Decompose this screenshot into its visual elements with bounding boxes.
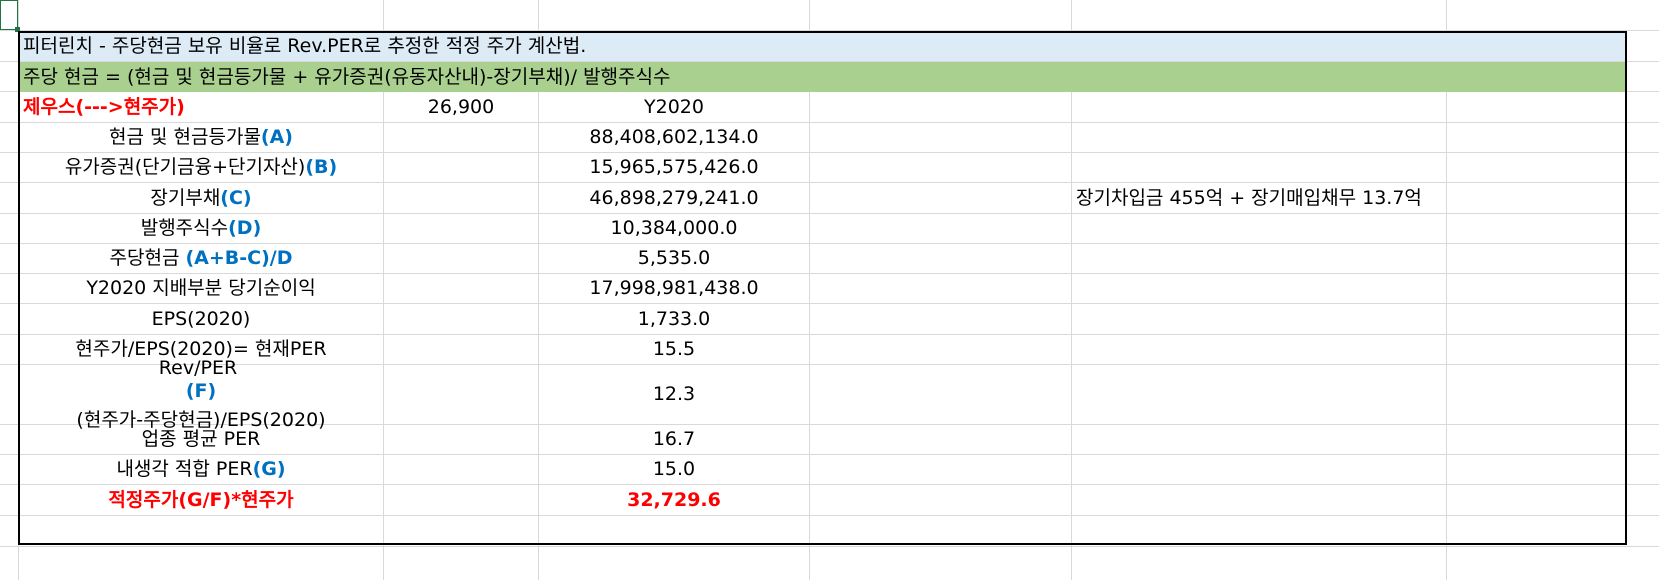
company-label: 제우스(--->현주가) [23,95,185,118]
fair-price-label-cell[interactable]: 적정주가(G/F)*현주가 [19,485,383,515]
row-value: 46,898,279,241.0 [589,186,759,209]
my-per-tag: (G) [252,458,286,481]
row-value-cell[interactable]: 1,733.0 [539,304,809,334]
row-label-cell[interactable]: Y2020 지배부분 당기순이익 [19,274,383,303]
row-label-cell[interactable]: 주당현금 (A+B-C)/D [19,244,383,273]
row-value: 17,998,981,438.0 [589,277,759,300]
company-label-cell[interactable]: 제우스(--->현주가) [19,92,383,122]
active-cell[interactable] [0,0,18,30]
row-tag: (A) [260,126,293,149]
my-per-value-cell[interactable]: 15.0 [539,455,809,484]
row-tag: (A+B-C)/D [185,247,293,270]
formula-cell[interactable]: 주당 현금 = (현금 및 현금등가물 + 유가증권(유동자산내)-장기부채)/… [19,62,1419,92]
debt-note: 장기차입금 455억 + 장기매입채무 13.7억 [1076,186,1422,209]
rev-per-line1: Rev/PER (F) [158,357,244,403]
my-per-label-cell[interactable]: 내생각 적합 PER (G) [19,455,383,484]
row-value: 88,408,602,134.0 [589,126,759,149]
row-value-cell[interactable]: 88,408,602,134.0 [539,123,809,152]
row-label-cell[interactable]: 현금 및 현금등가물 (A) [19,123,383,152]
rev-per-value-cell[interactable]: 12.3 [539,365,809,424]
row-label: 주당현금 [109,247,186,270]
current-price-cell[interactable]: 26,900 [384,92,538,122]
title-cell[interactable]: 피터린치 - 주당현금 보유 비율로 Rev.PER로 추정한 적정 주가 계산… [19,31,1419,61]
gridline [0,515,1659,516]
industry-per-label: 업종 평균 PER [141,428,261,451]
row-value-cell[interactable]: 15,965,575,426.0 [539,153,809,182]
fair-price-label: 적정주가(G/F)*현주가 [108,488,294,511]
row-value: 10,384,000.0 [610,217,738,240]
row-label-cell[interactable]: 장기부채 (C) [19,183,383,213]
rev-per-tag: (F) [185,380,217,403]
row-value: 15.5 [652,338,696,361]
title-text: 피터린치 - 주당현금 보유 비율로 Rev.PER로 추정한 적정 주가 계산… [23,34,587,57]
year-cell[interactable]: Y2020 [539,92,809,122]
row-value: 1,733.0 [637,307,711,330]
row-value-cell[interactable]: 5,535.0 [539,244,809,273]
row-value-cell[interactable]: 46,898,279,241.0 [539,183,809,213]
fair-price-value: 32,729.6 [627,488,721,511]
row-value-cell[interactable]: 15.5 [539,335,809,364]
row-label: 발행주식수 [140,217,229,240]
row-label: EPS(2020) [151,307,251,330]
rev-per-value: 12.3 [652,383,696,406]
industry-per-label-cell[interactable]: 업종 평균 PER [19,425,383,454]
row-value-cell[interactable]: 10,384,000.0 [539,214,809,243]
year-label: Y2020 [644,95,704,118]
my-per-value: 15.0 [652,458,696,481]
row-label-cell[interactable]: EPS(2020) [19,304,383,334]
formula-text: 주당 현금 = (현금 및 현금등가물 + 유가증권(유동자산내)-장기부채)/… [23,65,671,88]
row-tag: (C) [220,186,252,209]
row-value: 5,535.0 [637,247,711,270]
row-label: Y2020 지배부분 당기순이익 [86,277,316,300]
row-label: 현금 및 현금등가물 [109,126,261,149]
fair-price-value-cell[interactable]: 32,729.6 [539,485,809,515]
industry-per-value: 16.7 [652,428,696,451]
row-label: 장기부채 [150,186,221,209]
row-label-cell[interactable]: 발행주식수 (D) [19,214,383,243]
rev-per-label-cell[interactable]: Rev/PER (F) (현주가-주당현금)/EPS(2020) [19,357,383,431]
row-label-cell[interactable]: 유가증권(단기금융+단기자산) (B) [19,153,383,182]
row-value: 15,965,575,426.0 [589,156,759,179]
row-label: 유가증권(단기금융+단기자산) [64,156,306,179]
row-value-cell[interactable]: 17,998,981,438.0 [539,274,809,303]
current-price: 26,900 [427,95,495,118]
row-tag: (D) [228,217,262,240]
my-per-label: 내생각 적합 PER [116,458,253,481]
debt-note-cell[interactable]: 장기차입금 455억 + 장기매입채무 13.7억 [1072,183,1612,213]
row-tag: (B) [305,156,338,179]
industry-per-value-cell[interactable]: 16.7 [539,425,809,454]
gridline [0,546,1659,547]
